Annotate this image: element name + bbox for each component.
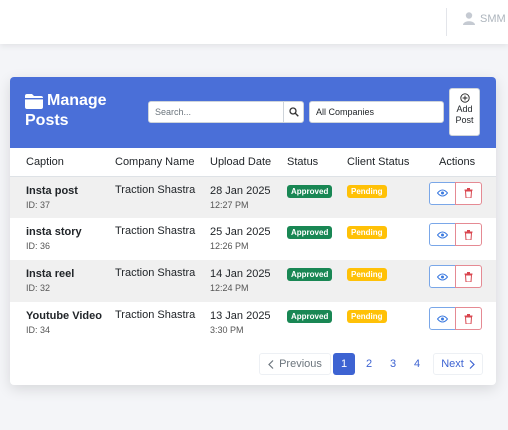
search-icon [288,107,299,117]
eye-icon [437,189,448,197]
trash-icon [464,229,473,240]
post-id: ID: 34 [26,325,51,335]
status-badge: Approved [287,226,333,239]
table-row: insta story ID: 36 Traction Shastra 25 Ja… [10,218,496,260]
plus-circle-icon [459,93,470,103]
post-caption: insta story [26,226,82,238]
page-1-button[interactable]: 1 [333,353,355,375]
post-caption: Insta reel [26,268,75,280]
trash-icon [464,313,473,324]
title-line-1: Manage [47,92,107,109]
folder-icon [25,94,43,109]
chevron-right-icon [469,359,475,369]
upload-time: 12:27 PM [210,199,249,210]
client-status-badge: Pending [347,268,387,281]
search-input[interactable]: Search... [149,102,283,122]
column-header-company: Company Name [115,148,210,177]
page-2-button[interactable]: 2 [357,353,381,375]
company-name: Traction Shastra [115,267,196,279]
title-line-2: Posts [25,112,69,129]
user-name: SMM [480,12,506,25]
status-badge: Approved [287,310,333,323]
column-header-caption: Caption [10,148,115,177]
post-id: ID: 32 [26,283,51,293]
column-header-client-status: Client Status [347,148,429,177]
company-name: Traction Shastra [115,309,196,321]
manage-posts-card: Manage Posts Search... All Companies Add… [10,77,496,385]
delete-button[interactable] [455,265,482,288]
page-4-button[interactable]: 4 [405,353,429,375]
view-button[interactable] [429,223,456,246]
upload-date: 25 Jan 2025 [210,226,271,238]
eye-icon [437,231,448,238]
post-id: ID: 36 [26,241,51,251]
trash-icon [464,271,473,282]
upload-time: 3:30 PM [210,325,244,335]
add-post-button[interactable]: Add Post [449,88,480,136]
upload-time: 12:24 PM [210,283,249,293]
delete-button[interactable] [455,223,482,246]
eye-icon [437,273,448,280]
add-post-label-1: Add [456,104,473,114]
view-button[interactable] [429,181,456,205]
posts-table: Caption Company Name Upload Date Status … [10,148,496,344]
table-row: Insta reel ID: 32 Traction Shastra 14 Jan… [10,260,496,302]
post-caption: Insta post [26,184,78,197]
trash-icon [464,188,473,198]
company-filter-select[interactable]: All Companies [309,101,444,123]
next-page-button[interactable]: Next [433,353,483,375]
company-name: Traction Shastra [115,225,196,237]
page-3-button[interactable]: 3 [381,353,405,375]
topbar-divider [446,8,447,36]
column-header-status: Status [287,148,347,177]
status-badge: Approved [287,184,333,198]
upload-time: 12:26 PM [210,241,249,251]
table-row: Youtube Video ID: 34 Traction Shastra 13 … [10,302,496,344]
previous-label: Previous [279,358,322,370]
top-bar: SMM [0,0,508,44]
pagination: Previous 1 2 3 4 Next [259,353,483,375]
next-label: Next [441,358,464,370]
previous-page-button[interactable]: Previous [259,353,331,375]
add-post-label-2: Post [455,115,474,125]
post-id: ID: 37 [26,199,51,210]
company-name: Traction Shastra [115,183,196,196]
client-status-badge: Pending [347,310,387,323]
chevron-left-icon [268,359,274,369]
eye-icon [437,315,448,322]
search-button[interactable] [283,102,303,122]
delete-button[interactable] [455,307,482,330]
user-icon [463,12,475,25]
table-row: Insta post ID: 37 Traction Shastra 28 Jan… [10,176,496,218]
client-status-badge: Pending [347,184,387,198]
column-header-actions: Actions [429,148,496,177]
column-header-upload-date: Upload Date [210,148,287,177]
view-button[interactable] [429,307,456,330]
card-header: Manage Posts Search... All Companies Add… [10,77,496,148]
status-badge: Approved [287,268,333,281]
upload-date: 13 Jan 2025 [210,310,271,322]
table-header-row: Caption Company Name Upload Date Status … [10,148,496,177]
post-caption: Youtube Video [26,310,102,322]
search-box: Search... [148,101,304,123]
view-button[interactable] [429,265,456,288]
user-menu[interactable]: SMM [463,12,506,25]
delete-button[interactable] [455,181,482,205]
client-status-badge: Pending [347,226,387,239]
upload-date: 28 Jan 2025 [210,184,271,197]
upload-date: 14 Jan 2025 [210,268,271,280]
